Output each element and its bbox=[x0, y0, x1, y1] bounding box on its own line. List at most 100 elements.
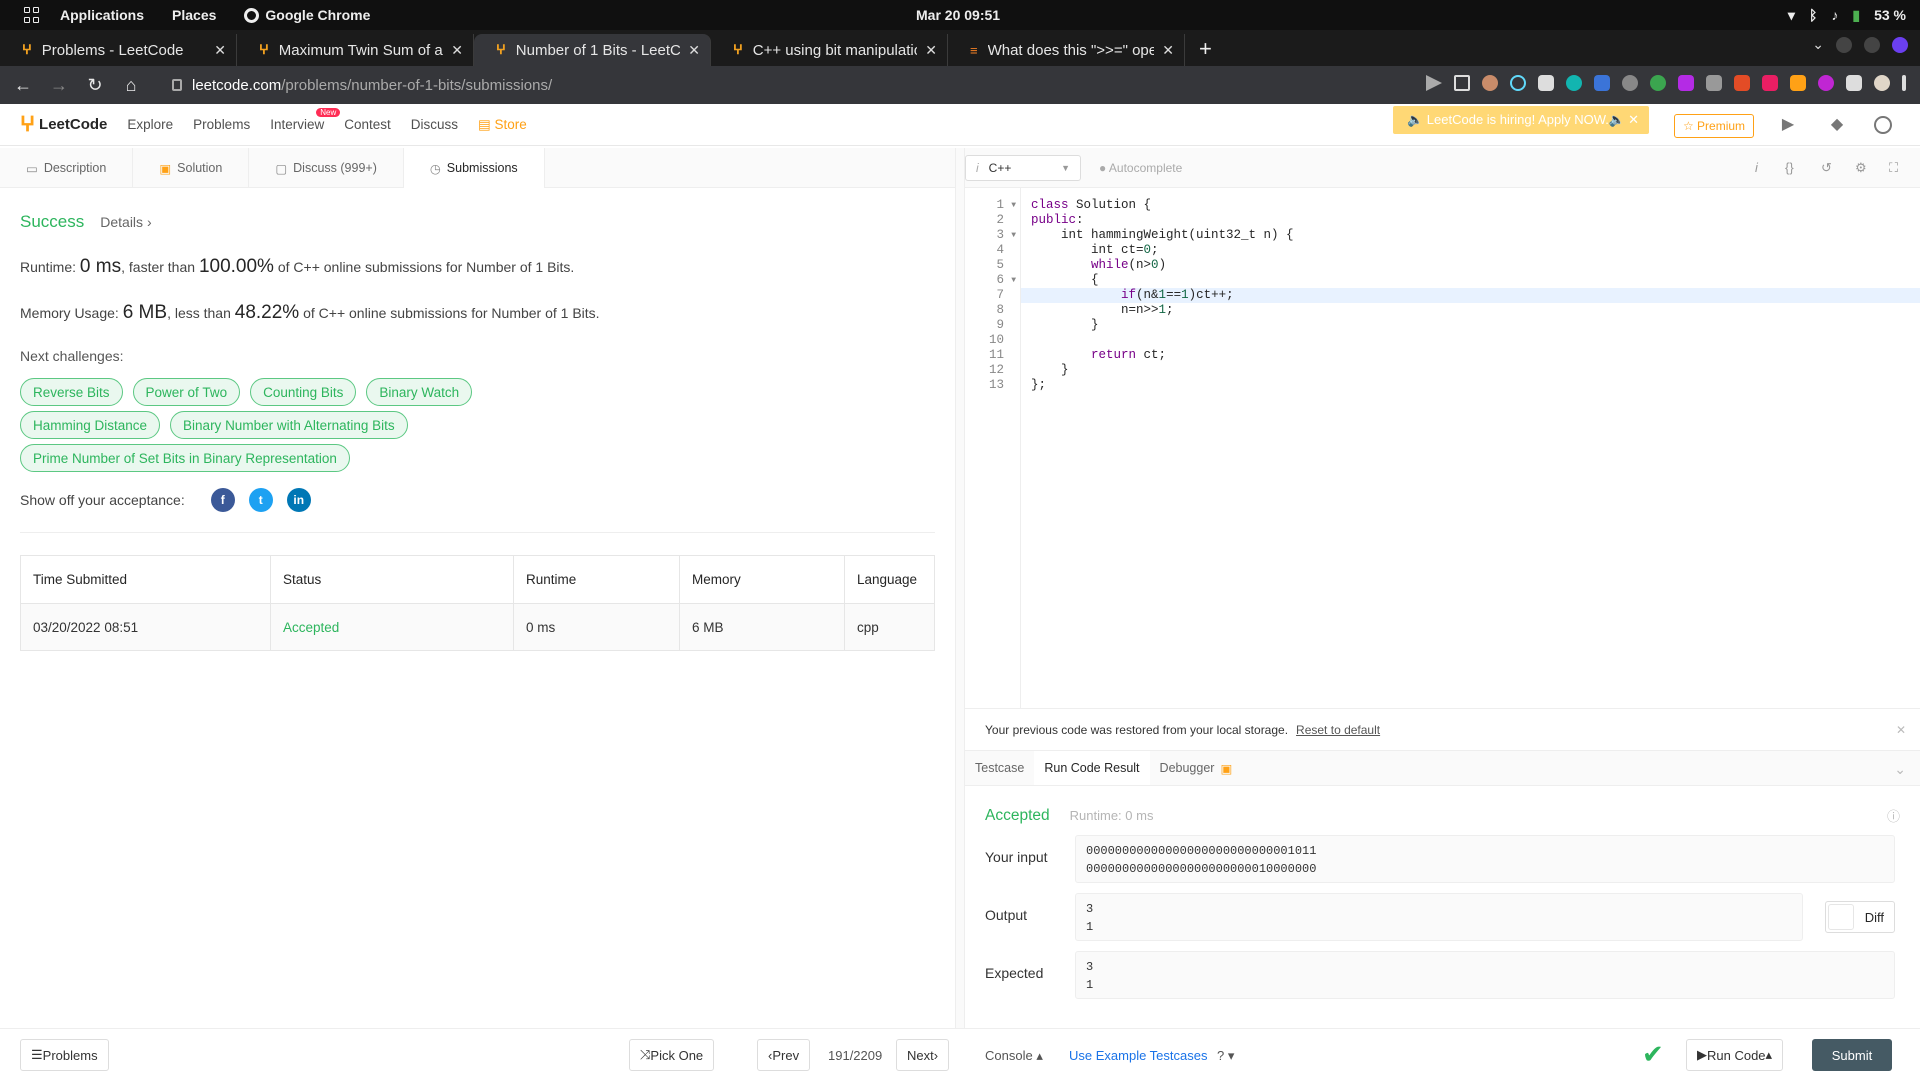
nav-explore[interactable]: Explore bbox=[127, 117, 173, 132]
challenge-chip[interactable]: Prime Number of Set Bits in Binary Repre… bbox=[20, 444, 350, 472]
close-tab-icon[interactable]: ✕ bbox=[688, 42, 700, 59]
info-icon[interactable]: i bbox=[1755, 160, 1758, 175]
close-tab-icon[interactable]: ✕ bbox=[1162, 42, 1174, 59]
challenge-chip[interactable]: Power of Two bbox=[132, 378, 241, 406]
apps-grid-icon[interactable] bbox=[24, 7, 40, 23]
browser-tab[interactable]: ⵖ C++ using bit manipulatio ✕ bbox=[711, 34, 948, 66]
code-line[interactable]: public: bbox=[1021, 213, 1920, 228]
tab-submissions[interactable]: ◷ Submissions bbox=[403, 148, 545, 188]
code-line[interactable] bbox=[1021, 333, 1920, 348]
run-code-button[interactable]: ▶ Run Code ▴ bbox=[1686, 1039, 1784, 1071]
use-example-testcases-link[interactable]: Use Example Testcases bbox=[1069, 1048, 1208, 1063]
autocomplete-toggle[interactable]: ● Autocomplete bbox=[1099, 161, 1182, 175]
panel-resize-handle[interactable] bbox=[955, 148, 965, 1028]
extension-icon[interactable] bbox=[1790, 75, 1806, 91]
reset-to-default-link[interactable]: Reset to default bbox=[1296, 723, 1380, 737]
facebook-icon[interactable]: f bbox=[210, 488, 235, 512]
tab-description[interactable]: ▭ Description bbox=[0, 148, 134, 188]
clock[interactable]: Mar 20 09:51 bbox=[916, 7, 1000, 23]
places-menu[interactable]: Places bbox=[172, 7, 216, 23]
linkedin-icon[interactable]: in bbox=[286, 488, 311, 512]
close-notice-icon[interactable]: ✕ bbox=[1896, 723, 1906, 737]
nav-problems[interactable]: Problems bbox=[193, 117, 250, 132]
send-icon[interactable] bbox=[1426, 75, 1442, 91]
code-line[interactable]: if(n&1==1)ct++; bbox=[1021, 288, 1920, 303]
nav-interview[interactable]: Interview New bbox=[270, 108, 341, 132]
extension-icon[interactable] bbox=[1594, 75, 1610, 91]
close-tab-icon[interactable]: ✕ bbox=[451, 42, 463, 59]
tab-testcase[interactable]: Testcase bbox=[965, 751, 1034, 785]
react-devtools-icon[interactable] bbox=[1510, 75, 1526, 91]
challenge-chip[interactable]: Hamming Distance bbox=[20, 411, 161, 439]
code-editor[interactable]: 1 ▼ 2 3 ▼ 4 5 6 ▼ 7 8 9 10 11 12 13 class S… bbox=[965, 188, 1920, 708]
extension-icon[interactable] bbox=[1566, 75, 1582, 91]
code-line[interactable]: } bbox=[1021, 363, 1920, 378]
extension-icon[interactable] bbox=[1762, 75, 1778, 91]
fold-arrow-icon[interactable]: ▼ bbox=[1011, 228, 1016, 243]
maximize-icon[interactable] bbox=[1864, 36, 1880, 53]
tab-debugger[interactable]: Debugger ▣ bbox=[1150, 751, 1243, 785]
applications-menu[interactable]: Applications bbox=[60, 7, 144, 23]
fold-arrow-icon[interactable]: ▼ bbox=[1011, 273, 1016, 288]
new-tab-icon[interactable]: + bbox=[1199, 36, 1212, 62]
collapse-chevron-icon[interactable]: ⌄ bbox=[1894, 761, 1906, 778]
pick-one-button[interactable]: ⤨ Pick One bbox=[629, 1039, 715, 1071]
code-line[interactable]: { bbox=[1021, 273, 1920, 288]
challenge-chip[interactable]: Binary Watch bbox=[366, 378, 473, 406]
home-icon[interactable]: ⌂ bbox=[118, 75, 144, 96]
braces-icon[interactable]: {} bbox=[1785, 160, 1794, 175]
extension-icon[interactable] bbox=[1734, 75, 1750, 91]
submit-button[interactable]: Submit bbox=[1812, 1039, 1892, 1071]
fullscreen-icon[interactable]: ⛶ bbox=[1889, 160, 1898, 176]
cell-status-link[interactable]: Accepted bbox=[270, 603, 514, 651]
extension-icon[interactable] bbox=[1706, 75, 1722, 91]
tab-search-icon[interactable]: ⌄ bbox=[1812, 36, 1824, 53]
notification-bell-icon[interactable]: ◆ bbox=[1828, 116, 1846, 134]
code-line[interactable]: n=n>>1; bbox=[1021, 303, 1920, 318]
close-tab-icon[interactable]: ✕ bbox=[925, 42, 937, 59]
code-line[interactable]: return ct; bbox=[1021, 348, 1920, 363]
language-select[interactable]: i C++ ▼ bbox=[965, 154, 1081, 181]
forward-icon[interactable]: → bbox=[46, 75, 72, 96]
nav-discuss[interactable]: Discuss bbox=[411, 117, 458, 132]
close-banner-icon[interactable]: ✕ bbox=[1628, 112, 1639, 128]
puzzle-extensions-icon[interactable] bbox=[1846, 75, 1862, 91]
challenge-chip[interactable]: Binary Number with Alternating Bits bbox=[170, 411, 408, 439]
tab-solution[interactable]: ▣ Solution bbox=[133, 148, 250, 188]
user-avatar-icon[interactable] bbox=[1874, 116, 1892, 134]
help-dropdown-icon[interactable]: ? ▾ bbox=[1217, 1048, 1234, 1064]
bookmark-star-icon[interactable] bbox=[1454, 75, 1470, 91]
challenge-chip[interactable]: Counting Bits bbox=[250, 378, 357, 406]
diff-toggle[interactable]: Diff bbox=[1825, 901, 1895, 933]
profile-avatar[interactable] bbox=[1874, 75, 1890, 91]
minimize-icon[interactable] bbox=[1836, 36, 1852, 53]
twitter-icon[interactable]: t bbox=[248, 488, 273, 512]
back-icon[interactable]: ← bbox=[10, 75, 36, 96]
active-app[interactable]: Google Chrome bbox=[244, 7, 370, 23]
playground-icon[interactable]: ▶ bbox=[1779, 116, 1797, 134]
settings-gear-icon[interactable]: ⚙ bbox=[1855, 160, 1867, 176]
reset-icon[interactable]: ↺ bbox=[1821, 160, 1832, 176]
extension-icon[interactable] bbox=[1622, 75, 1638, 91]
code-line[interactable]: while(n>0) bbox=[1021, 258, 1920, 273]
extension-icon[interactable] bbox=[1818, 75, 1834, 91]
tab-run-code-result[interactable]: Run Code Result bbox=[1034, 751, 1150, 785]
premium-button[interactable]: ☆ Premium bbox=[1674, 114, 1754, 138]
help-icon[interactable]: ⓘ bbox=[1887, 806, 1900, 825]
close-window-icon[interactable] bbox=[1892, 36, 1908, 53]
console-toggle[interactable]: Console ▴ bbox=[985, 1048, 1043, 1064]
extension-icon[interactable] bbox=[1650, 75, 1666, 91]
nav-store[interactable]: ▤ Store bbox=[478, 117, 527, 133]
close-tab-icon[interactable]: ✕ bbox=[214, 42, 226, 59]
reload-icon[interactable]: ↻ bbox=[82, 75, 108, 96]
code-line[interactable]: } bbox=[1021, 318, 1920, 333]
system-tray[interactable]: ▾ ᛒ ♪ ▮ 53 % bbox=[1788, 7, 1906, 24]
code-line[interactable]: int hammingWeight(uint32_t n) { bbox=[1021, 228, 1920, 243]
extension-icon[interactable] bbox=[1678, 75, 1694, 91]
details-link[interactable]: Details › bbox=[100, 214, 151, 230]
extension-icon[interactable] bbox=[1482, 75, 1498, 91]
code-line[interactable]: class Solution { bbox=[1021, 198, 1920, 213]
challenge-chip[interactable]: Reverse Bits bbox=[20, 378, 123, 406]
hiring-banner[interactable]: 🔈 LeetCode is hiring! Apply NOW.🔈 ✕ bbox=[1393, 106, 1649, 134]
extension-icon[interactable] bbox=[1538, 75, 1554, 91]
